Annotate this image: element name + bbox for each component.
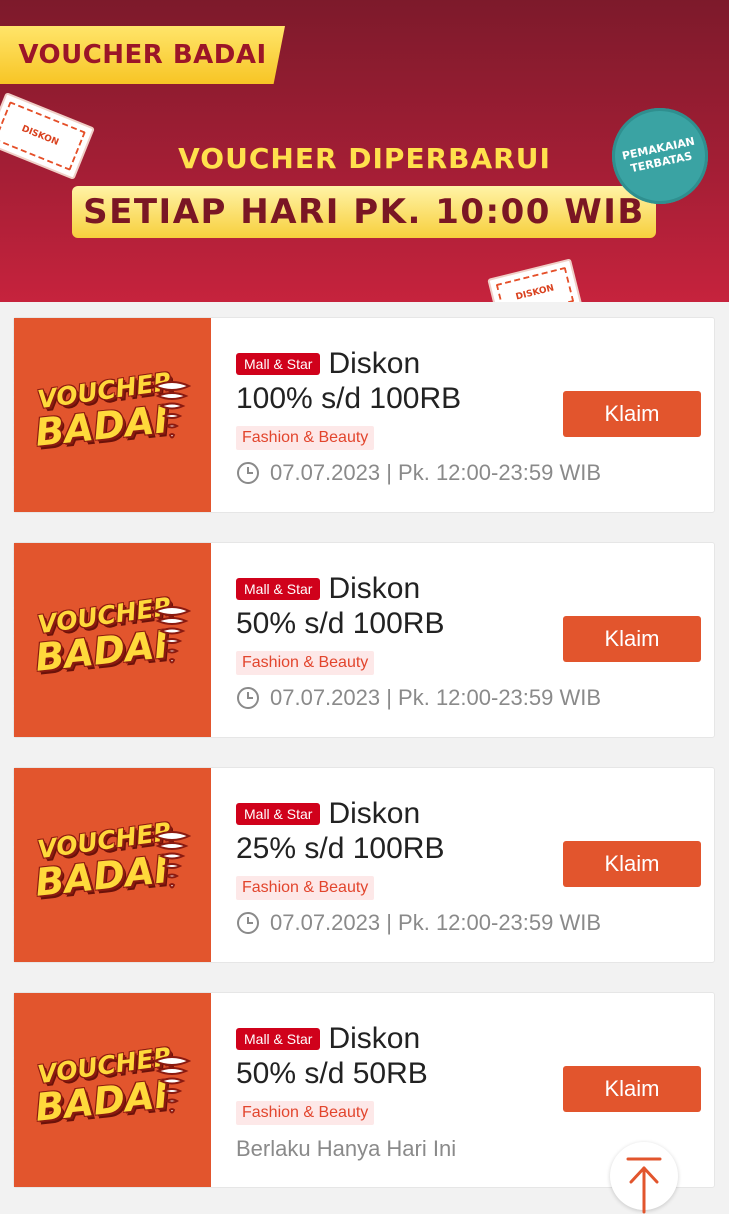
voucher-title: Diskon bbox=[328, 572, 421, 605]
voucher-title-row: Mall & Star Diskon bbox=[236, 794, 420, 834]
clock-icon bbox=[237, 912, 259, 934]
voucher-title-row: Mall & Star Diskon bbox=[236, 344, 420, 384]
voucher-badai-logo: VOUCHER BADAI bbox=[33, 367, 193, 460]
voucher-logo-panel: VOUCHER BADAI bbox=[9, 318, 211, 512]
mall-star-badge: Mall & Star bbox=[236, 578, 321, 600]
clock-icon bbox=[237, 687, 259, 709]
voucher-card: VOUCHER BADAI Mall & Star Diskon 50% s/d… bbox=[9, 992, 715, 1188]
tornado-icon bbox=[152, 1056, 191, 1114]
promo-banner: VOUCHER BADAI DISKON DISKON VOUCHER DIPE… bbox=[0, 0, 729, 302]
mall-star-badge: Mall & Star bbox=[236, 803, 321, 825]
mall-star-badge: Mall & Star bbox=[236, 353, 321, 375]
voucher-logo-panel: VOUCHER BADAI bbox=[9, 543, 211, 737]
voucher-title: Diskon bbox=[328, 347, 421, 380]
voucher-badai-logo: VOUCHER BADAI bbox=[33, 1042, 193, 1135]
mall-star-badge: Mall & Star bbox=[236, 1028, 321, 1050]
voucher-validity-text: 07.07.2023 | Pk. 12:00-23:59 WIB bbox=[270, 685, 602, 710]
voucher-logo-panel: VOUCHER BADAI bbox=[9, 768, 211, 962]
arrow-up-icon bbox=[626, 1157, 662, 1214]
voucher-validity-text: 07.07.2023 | Pk. 12:00-23:59 WIB bbox=[270, 460, 602, 485]
voucher-card: VOUCHER BADAI Mall & Star Diskon 100% s/… bbox=[9, 317, 715, 513]
voucher-title: Diskon bbox=[328, 1022, 421, 1055]
decorative-ticket: DISKON bbox=[487, 258, 583, 302]
banner-tag: VOUCHER BADAI bbox=[0, 26, 285, 84]
tornado-icon bbox=[152, 381, 191, 439]
voucher-amount: 50% s/d 100RB bbox=[236, 607, 445, 640]
voucher-category: Fashion & Beauty bbox=[236, 426, 375, 450]
voucher-validity: 07.07.2023 | Pk. 12:00-23:59 WIB bbox=[236, 460, 601, 486]
banner-schedule-plate: SETIAP HARI PK. 10:00 WIB bbox=[72, 186, 656, 238]
tornado-icon bbox=[152, 606, 191, 664]
voucher-title-row: Mall & Star Diskon bbox=[236, 1019, 420, 1059]
voucher-amount: 100% s/d 100RB bbox=[236, 382, 462, 415]
voucher-badai-logo: VOUCHER BADAI bbox=[33, 592, 193, 685]
voucher-category: Fashion & Beauty bbox=[236, 1101, 375, 1125]
voucher-category: Fashion & Beauty bbox=[236, 651, 375, 675]
claim-button[interactable]: Klaim bbox=[563, 616, 701, 662]
banner-tag-label: VOUCHER BADAI bbox=[18, 40, 267, 70]
voucher-card: VOUCHER BADAI Mall & Star Diskon 50% s/d… bbox=[9, 542, 715, 738]
voucher-title: Diskon bbox=[328, 797, 421, 830]
voucher-validity: 07.07.2023 | Pk. 12:00-23:59 WIB bbox=[236, 910, 601, 936]
claim-button[interactable]: Klaim bbox=[563, 1066, 701, 1112]
claim-button[interactable]: Klaim bbox=[563, 841, 701, 887]
voucher-category: Fashion & Beauty bbox=[236, 876, 375, 900]
claim-button[interactable]: Klaim bbox=[563, 391, 701, 437]
voucher-logo-panel: VOUCHER BADAI bbox=[9, 993, 211, 1187]
voucher-validity-text: 07.07.2023 | Pk. 12:00-23:59 WIB bbox=[270, 910, 602, 935]
decorative-ticket-text: DISKON bbox=[495, 266, 575, 302]
banner-schedule: SETIAP HARI PK. 10:00 WIB bbox=[83, 192, 645, 232]
voucher-badai-logo: VOUCHER BADAI bbox=[33, 817, 193, 910]
voucher-amount: 50% s/d 50RB bbox=[236, 1057, 428, 1090]
voucher-validity: 07.07.2023 | Pk. 12:00-23:59 WIB bbox=[236, 685, 601, 711]
clock-icon bbox=[237, 462, 259, 484]
voucher-amount: 25% s/d 100RB bbox=[236, 832, 445, 865]
voucher-title-row: Mall & Star Diskon bbox=[236, 569, 420, 609]
voucher-card: VOUCHER BADAI Mall & Star Diskon 25% s/d… bbox=[9, 767, 715, 963]
tornado-icon bbox=[152, 831, 191, 889]
voucher-today-only-note: Berlaku Hanya Hari Ini bbox=[236, 1136, 457, 1161]
